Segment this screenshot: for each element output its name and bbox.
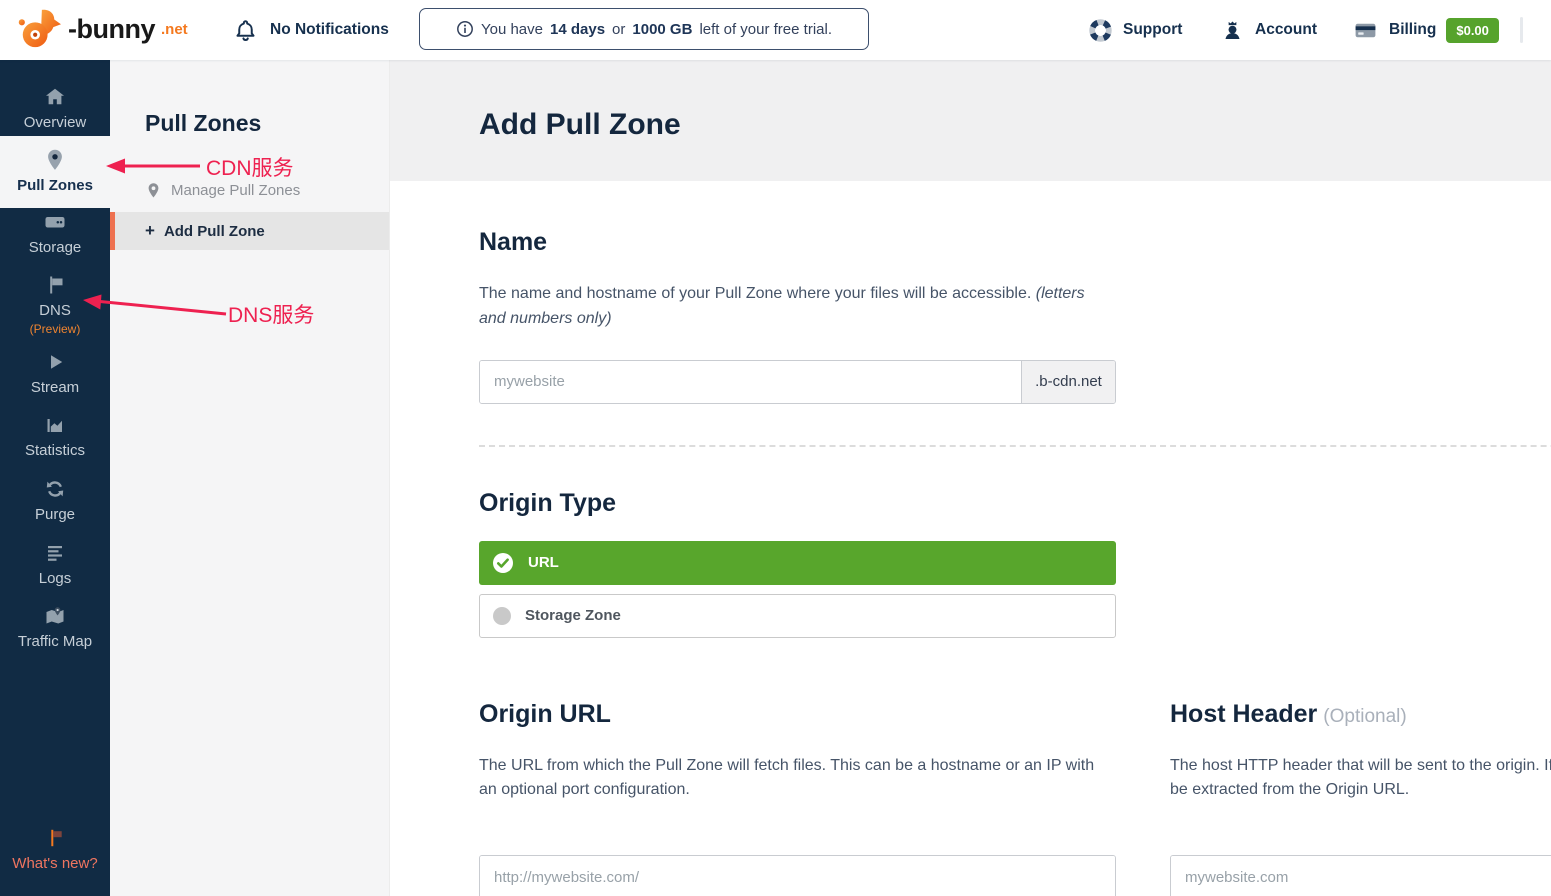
cdn-domain-addon: .b-cdn.net	[1021, 361, 1115, 403]
subsidebar-item-label: Manage Pull Zones	[171, 182, 300, 199]
sidebar-item-storage[interactable]: Storage	[0, 210, 110, 256]
sidebar-item-label: DNS	[39, 302, 71, 319]
life-ring-icon	[1088, 18, 1113, 43]
origin-type-section: Origin Type URL Storage Zone	[479, 489, 1551, 638]
server-icon	[43, 210, 67, 234]
bunny-rabbit-icon	[16, 8, 62, 50]
sign-icon	[43, 273, 67, 297]
support-menu[interactable]: Support	[1088, 0, 1182, 60]
subsidebar-item-manage-pull-zones[interactable]: Manage Pull Zones	[145, 182, 389, 199]
sidebar-item-statistics[interactable]: Statistics	[0, 413, 110, 459]
origin-type-heading: Origin Type	[479, 489, 1551, 518]
subsidebar-item-label: Add Pull Zone	[164, 223, 265, 240]
account-menu[interactable]: Account	[1220, 0, 1317, 60]
credit-card-icon	[1352, 18, 1379, 43]
account-user-icon	[1220, 18, 1245, 43]
area-chart-icon	[43, 413, 67, 437]
origin-url-heading: Origin URL	[479, 700, 1116, 729]
optional-tag: (Optional)	[1323, 706, 1406, 727]
pull-zone-name-group: .b-cdn.net	[479, 360, 1116, 404]
billing-label: Billing	[1389, 21, 1436, 39]
support-label: Support	[1123, 21, 1182, 39]
origin-type-option-url[interactable]: URL	[479, 541, 1116, 585]
host-header-heading: Host Header(Optional)	[1170, 700, 1551, 729]
play-icon	[43, 350, 67, 374]
name-section: Name The name and hostname of your Pull …	[479, 228, 1551, 404]
origin-type-option-label: Storage Zone	[525, 607, 621, 624]
host-header-description: The host HTTP header that will be sent t…	[1170, 754, 1551, 804]
top-header: -bunny .net No Notifications You have	[0, 0, 1551, 60]
host-header-group	[1170, 855, 1551, 896]
plus-icon: +	[145, 221, 155, 241]
sidebar-item-traffic-map[interactable]: Traffic Map	[0, 604, 110, 650]
sidebar-item-label: Logs	[39, 570, 72, 587]
origin-url-description: The URL from which the Pull Zone will fe…	[479, 754, 1111, 804]
sidebar-item-label: Overview	[24, 114, 87, 131]
sidebar-item-label: Traffic Map	[18, 633, 92, 650]
sidebar-item-dns[interactable]: DNS (Preview)	[0, 273, 110, 336]
pull-zones-subsidebar: Pull Zones Manage Pull Zones + Add Pull …	[110, 60, 390, 896]
billing-menu[interactable]: Billing $0.00	[1352, 0, 1499, 60]
origin-type-option-storage-zone[interactable]: Storage Zone	[479, 594, 1116, 638]
sidebar-item-sublabel: (Preview)	[30, 322, 81, 336]
sidebar-item-label: What's new?	[12, 855, 97, 872]
host-header-section: Host Header(Optional) The host HTTP head…	[1170, 700, 1551, 896]
main-content: Add Pull Zone Name The name and hostname…	[390, 60, 1551, 896]
sidebar-item-label: Storage	[29, 239, 82, 256]
sidebar-item-label: Statistics	[25, 442, 85, 459]
account-label: Account	[1255, 21, 1317, 39]
subsidebar-item-add-pull-zone[interactable]: + Add Pull Zone	[110, 212, 389, 250]
brand-tld: .net	[161, 21, 188, 38]
billing-balance-badge: $0.00	[1446, 18, 1499, 43]
brand-name: -bunny	[68, 14, 155, 45]
page-header-band: Add Pull Zone	[390, 60, 1551, 181]
app-window: -bunny .net No Notifications You have	[0, 0, 1551, 896]
trial-gb: 1000 GB	[632, 21, 692, 38]
map-icon	[43, 604, 67, 628]
sidebar-item-whats-new[interactable]: What's new?	[0, 826, 110, 872]
origin-type-option-label: URL	[528, 554, 559, 571]
sidebar-item-pull-zones[interactable]: Pull Zones	[0, 136, 110, 208]
origin-url-input[interactable]	[480, 856, 1115, 896]
main-sidebar: Overview Pull Zones	[0, 60, 110, 896]
bell-icon	[233, 18, 258, 43]
trial-or: or	[612, 21, 625, 38]
origin-url-group	[479, 855, 1116, 896]
sidebar-item-logs[interactable]: Logs	[0, 541, 110, 587]
sidebar-item-overview[interactable]: Overview	[0, 85, 110, 131]
flag-icon	[43, 826, 67, 850]
name-description: The name and hostname of your Pull Zone …	[479, 282, 1111, 332]
bunny-logo[interactable]: -bunny .net	[16, 8, 188, 50]
trial-days: 14 days	[550, 21, 605, 38]
notifications-label: No Notifications	[270, 21, 389, 39]
header-divider	[1520, 17, 1523, 43]
name-heading: Name	[479, 228, 1551, 257]
sidebar-item-label: Stream	[31, 379, 79, 396]
trial-banner: You have 14 days or 1000 GB left of your…	[419, 8, 869, 50]
host-header-input[interactable]	[1171, 856, 1551, 896]
info-icon	[456, 20, 474, 38]
notifications-button[interactable]: No Notifications	[233, 0, 389, 60]
subsidebar-title: Pull Zones	[145, 110, 261, 137]
sidebar-item-label: Pull Zones	[17, 177, 93, 194]
check-circle-icon	[492, 552, 514, 574]
map-pin-icon	[145, 182, 162, 199]
sidebar-item-stream[interactable]: Stream	[0, 350, 110, 396]
page-title: Add Pull Zone	[479, 108, 1551, 142]
sidebar-item-purge[interactable]: Purge	[0, 477, 110, 523]
radio-circle-icon	[493, 607, 511, 625]
list-lines-icon	[43, 541, 67, 565]
home-icon	[43, 85, 67, 109]
map-pin-icon	[43, 148, 67, 172]
section-divider	[479, 445, 1551, 447]
sync-icon	[43, 477, 67, 501]
pull-zone-name-input[interactable]	[480, 361, 1021, 403]
trial-text-prefix: You have	[481, 21, 543, 38]
origin-url-section: Origin URL The URL from which the Pull Z…	[479, 700, 1116, 896]
sidebar-item-label: Purge	[35, 506, 75, 523]
trial-text-suffix: left of your free trial.	[699, 21, 832, 38]
